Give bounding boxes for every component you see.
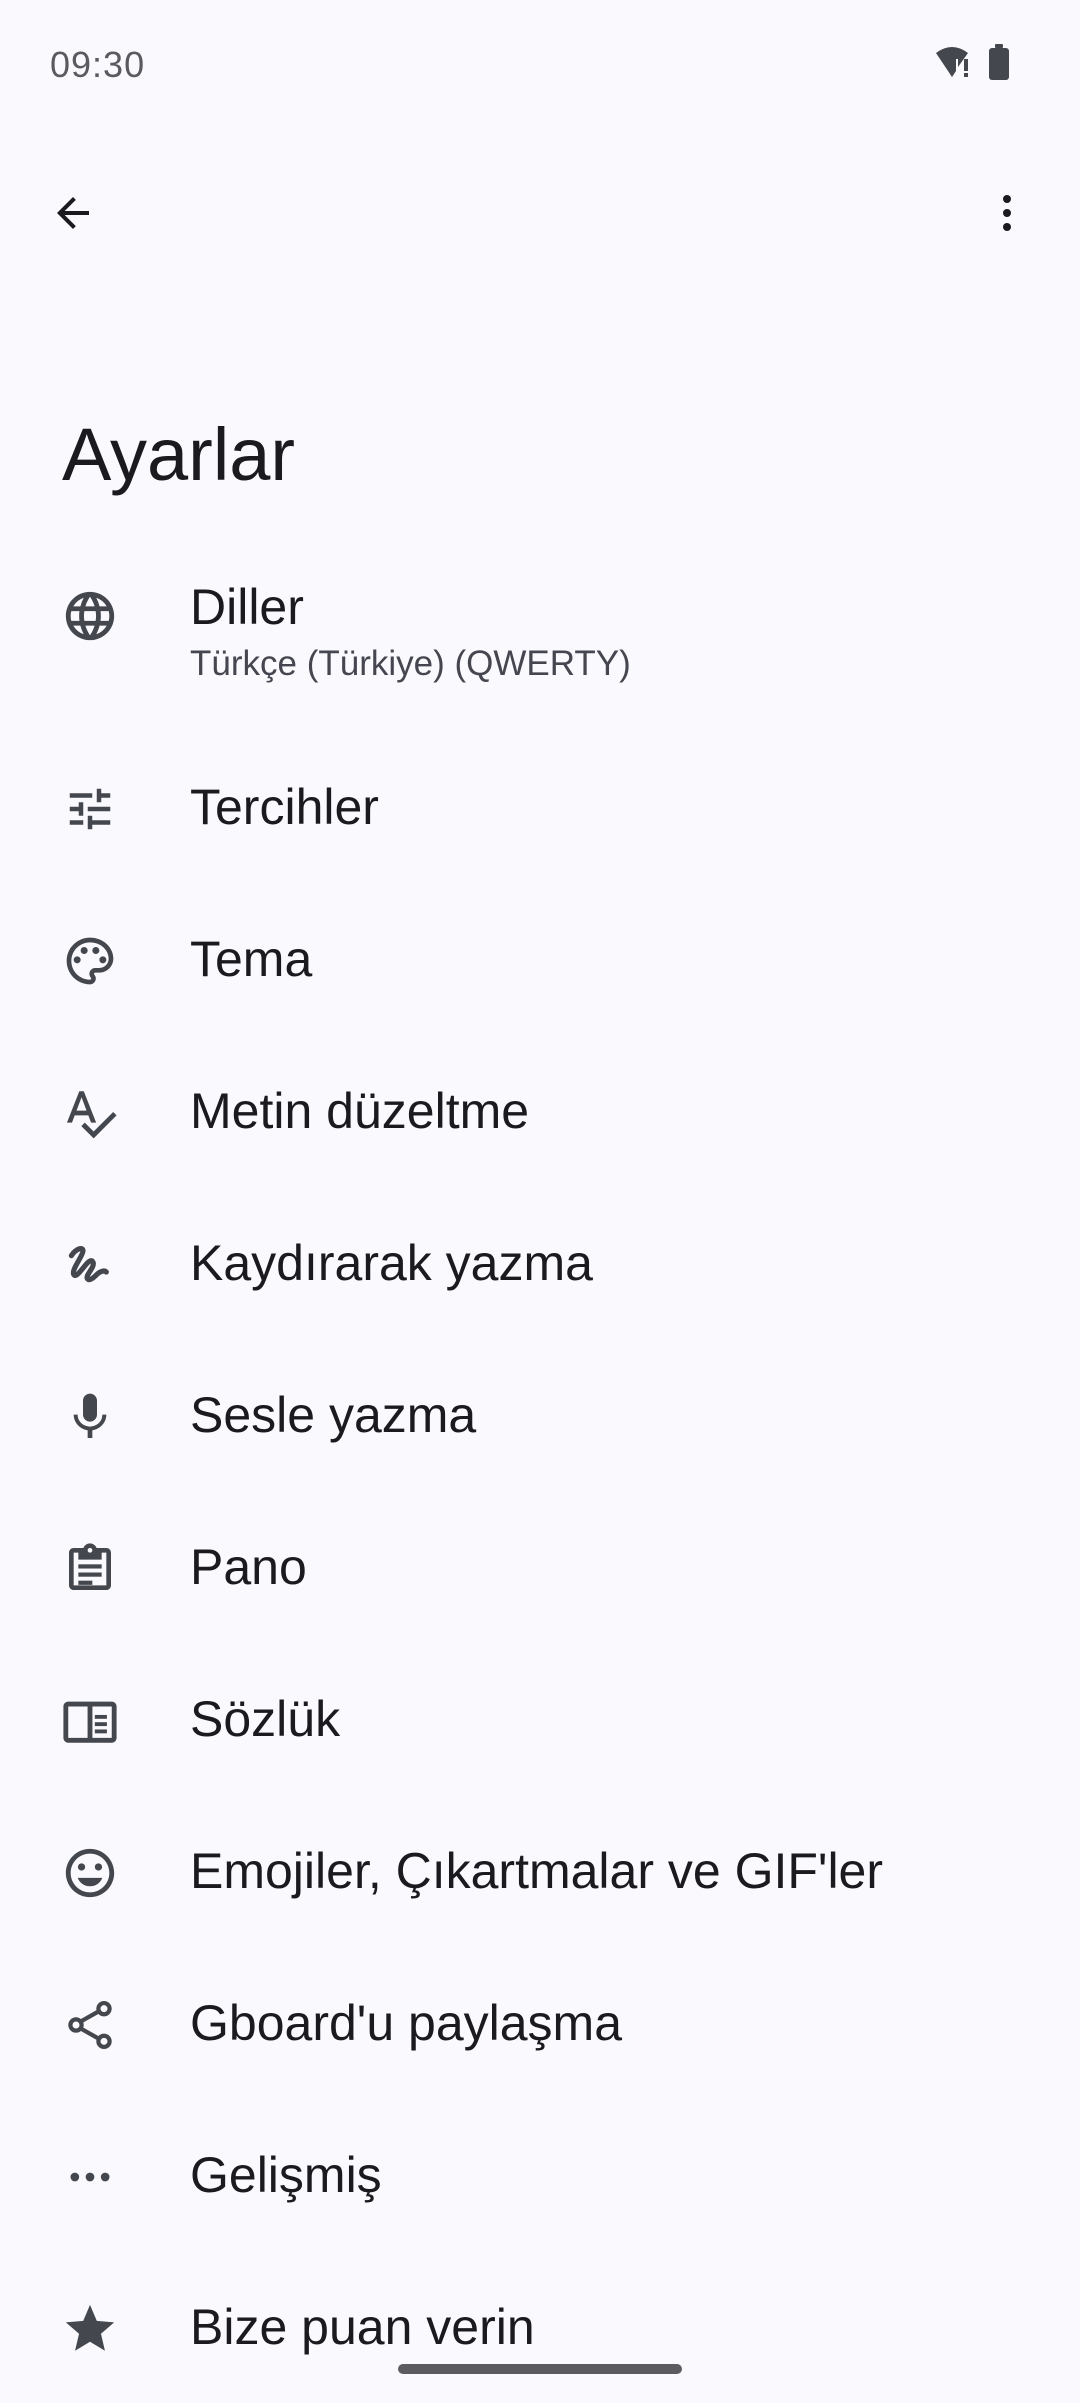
settings-item-label: Kaydırarak yazma [190,1235,593,1291]
settings-item-languages[interactable]: Diller Türkçe (Türkiye) (QWERTY) [0,540,1080,692]
gesture-icon [60,1235,120,1295]
settings-item-clipboard[interactable]: Pano [0,1491,1080,1643]
settings-item-dictionary[interactable]: Sözlük [0,1643,1080,1795]
settings-item-preferences[interactable]: Tercihler [0,731,1080,883]
settings-item-share[interactable]: Gboard'u paylaşma [0,1947,1080,2099]
share-icon [60,1995,120,2055]
settings-item-theme[interactable]: Tema [0,883,1080,1035]
page-title: Ayarlar [62,413,296,496]
battery-icon [988,44,1010,80]
settings-item-label: Tercihler [190,779,379,835]
gesture-nav-handle[interactable] [398,2364,682,2374]
settings-item-rate-us[interactable]: Bize puan verin [0,2251,1080,2403]
star-icon [60,2299,120,2359]
more-horiz-icon [60,2147,120,2207]
settings-item-label: Sözlük [190,1691,341,1747]
settings-item-label: Emojiler, Çıkartmalar ve GIF'ler [190,1843,884,1899]
status-icons [934,42,1010,82]
clipboard-icon [60,1539,120,1599]
settings-item-label: Sesle yazma [190,1387,477,1443]
settings-item-label: Pano [190,1539,307,1595]
settings-item-subtitle: Türkçe (Türkiye) (QWERTY) [190,644,631,683]
palette-icon [60,931,120,991]
settings-item-advanced[interactable]: Gelişmiş [0,2099,1080,2251]
top-app-bar [0,160,1080,260]
settings-item-label: Gboard'u paylaşma [190,1995,623,2051]
spellcheck-icon [60,1083,120,1143]
emoji-icon [60,1843,120,1903]
globe-icon [60,586,120,646]
tune-icon [60,779,120,839]
settings-item-label: Metin düzeltme [190,1083,530,1139]
settings-item-label: Bize puan verin [190,2299,535,2355]
settings-item-label: Tema [190,931,313,987]
back-button[interactable] [30,170,116,256]
settings-item-text-correction[interactable]: Metin düzeltme [0,1035,1080,1187]
dictionary-icon [60,1691,120,1751]
more-vert-icon [983,189,1031,237]
status-time: 09:30 [50,44,146,85]
wifi-alert-icon [934,45,974,79]
status-bar: 09:30 [0,0,1080,130]
settings-item-label: Diller [190,579,304,635]
settings-item-label: Gelişmiş [190,2147,382,2203]
overflow-menu-button[interactable] [964,170,1050,256]
settings-item-glide-typing[interactable]: Kaydırarak yazma [0,1187,1080,1339]
settings-item-voice-typing[interactable]: Sesle yazma [0,1339,1080,1491]
settings-item-emoji[interactable]: Emojiler, Çıkartmalar ve GIF'ler [0,1795,1080,1947]
arrow-back-icon [49,189,97,237]
mic-icon [60,1387,120,1447]
